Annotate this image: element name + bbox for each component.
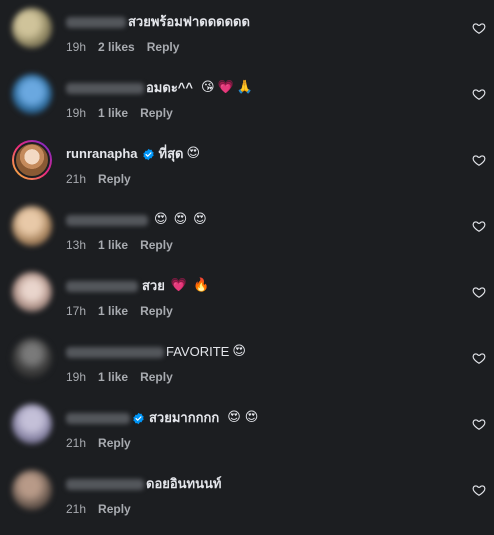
verified-badge-icon	[142, 148, 154, 160]
comment-text: อมดะ^^	[146, 80, 193, 95]
comment-content: สวยมากกกก 😍 😍	[66, 410, 258, 426]
comment-time: 21h	[66, 502, 87, 516]
reply-button[interactable]: Reply	[140, 304, 173, 318]
comment-likes[interactable]: 1 like	[98, 106, 128, 120]
heart-outline-icon[interactable]	[472, 153, 486, 167]
emoji: 🔥	[193, 278, 210, 293]
comment-time: 21h	[66, 172, 87, 186]
comment-item: อมดะ^^ 😘 💗 🙏 19h 1 like Reply	[0, 66, 494, 132]
comment-time: 19h	[66, 106, 87, 120]
avatar[interactable]	[12, 8, 52, 48]
comment-content: สวยพร้อมฟาดดดดดด	[66, 14, 250, 30]
comment-item: สวย 💗 🔥 17h 1 like Reply	[0, 264, 494, 330]
heart-outline-icon[interactable]	[472, 351, 486, 365]
comment-likes[interactable]: 2 likes	[98, 40, 135, 54]
comment-text: สวย	[142, 278, 165, 293]
comment-content: อมดะ^^ 😘 💗 🙏	[66, 80, 253, 96]
comment-meta: 19h 1 like Reply	[66, 370, 173, 384]
comment-time: 19h	[66, 40, 87, 54]
reply-button[interactable]: Reply	[98, 172, 131, 186]
comment-likes[interactable]: 1 like	[98, 238, 128, 252]
avatar-story-ring[interactable]	[12, 140, 52, 180]
username-blurred[interactable]	[66, 478, 144, 490]
avatar[interactable]	[12, 74, 52, 114]
emoji: 😍	[232, 344, 246, 359]
emoji: 😍	[173, 212, 188, 227]
comment-time: 21h	[66, 436, 87, 450]
username-blurred[interactable]	[66, 82, 144, 94]
emoji: 😍	[154, 212, 168, 227]
avatar[interactable]	[12, 404, 52, 444]
comment-likes[interactable]: 1 like	[98, 370, 128, 384]
comment-meta: 21h Reply	[66, 172, 131, 186]
heart-outline-icon[interactable]	[472, 285, 486, 299]
comment-text: สวยมากกกก	[149, 410, 220, 425]
comment-content: ดอยอินทนนท์	[66, 476, 221, 492]
emoji: 😍	[193, 212, 207, 227]
comment-meta: 13h 1 like Reply	[66, 238, 173, 252]
emoji: 😍	[244, 410, 259, 425]
heart-outline-icon[interactable]	[472, 417, 486, 431]
comment-meta: 17h 1 like Reply	[66, 304, 173, 318]
comment-item: สวยมากกกก 😍 😍 21h Reply	[0, 396, 494, 462]
comment-text: FAVORITE	[166, 344, 230, 359]
comment-item: runranapha ที่สุด 😍 21h Reply	[0, 132, 494, 198]
heart-outline-icon[interactable]	[472, 483, 486, 497]
comment-text: ที่สุด	[158, 146, 184, 161]
reply-button[interactable]: Reply	[140, 238, 173, 252]
verified-badge-icon	[133, 412, 144, 424]
comment-item: ดอยอินทนนท์ 21h Reply	[0, 462, 494, 528]
comment-meta: 21h Reply	[66, 436, 131, 450]
comment-item: สวยพร้อมฟาดดดดดด 19h 2 likes Reply	[0, 0, 494, 66]
username-blurred[interactable]	[66, 214, 148, 226]
avatar[interactable]	[12, 206, 52, 246]
emoji: 🙏	[236, 80, 253, 95]
comment-content: FAVORITE 😍	[66, 344, 246, 360]
reply-button[interactable]: Reply	[98, 436, 131, 450]
heart-outline-icon[interactable]	[472, 87, 486, 101]
comment-content: runranapha ที่สุด 😍	[66, 146, 200, 162]
comment-time: 17h	[66, 304, 87, 318]
username[interactable]: runranapha	[66, 146, 138, 162]
comment-content: สวย 💗 🔥	[66, 278, 209, 294]
comment-content: 😍 😍 😍	[66, 212, 207, 228]
comment-time: 13h	[66, 238, 87, 252]
username-blurred[interactable]	[66, 412, 130, 424]
emoji: 💗	[170, 278, 188, 293]
emoji: 😍	[227, 410, 241, 425]
comment-time: 19h	[66, 370, 87, 384]
emoji: 😍	[186, 146, 201, 161]
avatar	[14, 142, 50, 178]
reply-button[interactable]: Reply	[98, 502, 131, 516]
comment-item: FAVORITE 😍 19h 1 like Reply	[0, 330, 494, 396]
heart-outline-icon[interactable]	[472, 21, 486, 35]
comment-meta: 19h 2 likes Reply	[66, 40, 179, 54]
username-blurred[interactable]	[66, 346, 164, 358]
reply-button[interactable]: Reply	[140, 106, 173, 120]
reply-button[interactable]: Reply	[140, 370, 173, 384]
emoji: 😘	[201, 80, 215, 95]
comment-meta: 21h Reply	[66, 502, 131, 516]
username-blurred[interactable]	[66, 16, 126, 28]
avatar[interactable]	[12, 272, 52, 312]
emoji: 💗	[217, 80, 234, 95]
reply-button[interactable]: Reply	[147, 40, 180, 54]
avatar[interactable]	[12, 470, 52, 510]
comment-text: ดอยอินทนนท์	[146, 476, 222, 491]
avatar[interactable]	[12, 338, 52, 378]
comment-meta: 19h 1 like Reply	[66, 106, 173, 120]
comment-likes[interactable]: 1 like	[98, 304, 128, 318]
comment-item: 😍 😍 😍 13h 1 like Reply	[0, 198, 494, 264]
comment-text: สวยพร้อมฟาดดดดดด	[128, 14, 250, 29]
comment-list: สวยพร้อมฟาดดดดดด 19h 2 likes Reply อมดะ^…	[0, 0, 494, 535]
username-blurred[interactable]	[66, 280, 138, 292]
heart-outline-icon[interactable]	[472, 219, 486, 233]
